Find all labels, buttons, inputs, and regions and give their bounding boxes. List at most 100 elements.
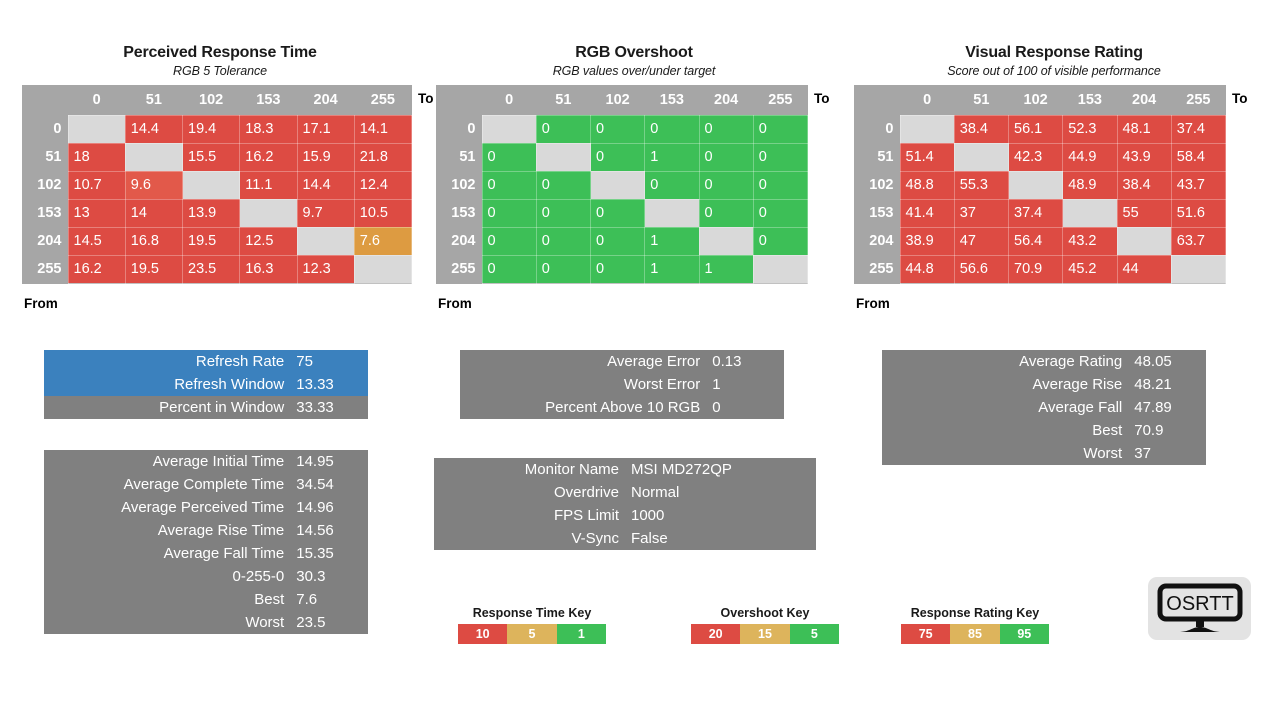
matrix-cell[interactable]: 55 (1117, 199, 1171, 227)
matrix-cell[interactable]: 51.6 (1171, 199, 1225, 227)
matrix-cell[interactable]: 15.9 (297, 143, 354, 171)
matrix-cell[interactable]: 0 (699, 143, 753, 171)
matrix-cell[interactable]: 14.4 (125, 115, 182, 143)
refresh-stats-table[interactable]: Refresh Rate75Refresh Window13.33Percent… (44, 350, 368, 419)
matrix-cell[interactable]: 0 (591, 115, 645, 143)
matrix-cell[interactable]: 16.8 (125, 227, 182, 255)
matrix-cell[interactable]: 47 (954, 227, 1008, 255)
matrix-cell[interactable]: 0 (482, 199, 536, 227)
matrix-cell[interactable] (1009, 171, 1063, 199)
rating-matrix[interactable]: 051102153204255038.456.152.348.137.45151… (854, 85, 1226, 284)
matrix-cell[interactable]: 0 (753, 115, 807, 143)
matrix-cell[interactable] (645, 199, 699, 227)
matrix-cell[interactable]: 0 (482, 255, 536, 283)
matrix-cell[interactable]: 12.5 (240, 227, 297, 255)
matrix-cell[interactable]: 42.3 (1009, 143, 1063, 171)
matrix-cell[interactable]: 1 (645, 227, 699, 255)
matrix-cell[interactable]: 15.5 (183, 143, 240, 171)
matrix-cell[interactable]: 12.4 (354, 171, 411, 199)
matrix-cell[interactable]: 37.4 (1009, 199, 1063, 227)
matrix-cell[interactable]: 1 (645, 255, 699, 283)
matrix-cell[interactable]: 44 (1117, 255, 1171, 283)
matrix-cell[interactable]: 0 (482, 143, 536, 171)
matrix-cell[interactable] (753, 255, 807, 283)
matrix-cell[interactable]: 1 (699, 255, 753, 283)
matrix-cell[interactable]: 37 (954, 199, 1008, 227)
matrix-cell[interactable]: 0 (699, 171, 753, 199)
matrix-cell[interactable]: 18.3 (240, 115, 297, 143)
matrix-cell[interactable]: 48.8 (900, 171, 954, 199)
matrix-cell[interactable]: 43.7 (1171, 171, 1225, 199)
matrix-cell[interactable]: 0 (536, 171, 590, 199)
matrix-cell[interactable]: 0 (645, 115, 699, 143)
matrix-cell[interactable]: 0 (482, 227, 536, 255)
matrix-cell[interactable]: 7.6 (354, 227, 411, 255)
matrix-cell[interactable]: 38.9 (900, 227, 954, 255)
matrix-cell[interactable]: 11.1 (240, 171, 297, 199)
matrix-cell[interactable]: 48.9 (1063, 171, 1117, 199)
matrix-cell[interactable]: 0 (591, 199, 645, 227)
matrix-cell[interactable]: 48.1 (1117, 115, 1171, 143)
matrix-cell[interactable]: 44.9 (1063, 143, 1117, 171)
response-time-matrix[interactable]: 051102153204255014.419.418.317.114.15118… (22, 85, 412, 284)
matrix-cell[interactable]: 0 (536, 227, 590, 255)
matrix-cell[interactable]: 44.8 (900, 255, 954, 283)
matrix-cell[interactable]: 43.9 (1117, 143, 1171, 171)
matrix-cell[interactable]: 0 (591, 143, 645, 171)
matrix-cell[interactable] (536, 143, 590, 171)
matrix-cell[interactable]: 14.1 (354, 115, 411, 143)
matrix-cell[interactable]: 13.9 (183, 199, 240, 227)
matrix-cell[interactable]: 12.3 (297, 255, 354, 283)
matrix-cell[interactable]: 0 (536, 115, 590, 143)
matrix-cell[interactable]: 10.7 (68, 171, 125, 199)
matrix-cell[interactable] (183, 171, 240, 199)
matrix-cell[interactable]: 19.5 (183, 227, 240, 255)
matrix-cell[interactable]: 0 (591, 255, 645, 283)
matrix-cell[interactable]: 0 (536, 255, 590, 283)
matrix-cell[interactable]: 1 (645, 143, 699, 171)
matrix-cell[interactable]: 55.3 (954, 171, 1008, 199)
matrix-cell[interactable]: 52.3 (1063, 115, 1117, 143)
matrix-cell[interactable] (699, 227, 753, 255)
matrix-cell[interactable]: 38.4 (1117, 171, 1171, 199)
overshoot-matrix[interactable]: 0511021532042550000005100100102000001530… (436, 85, 808, 284)
matrix-cell[interactable] (1063, 199, 1117, 227)
matrix-cell[interactable]: 14.5 (68, 227, 125, 255)
matrix-cell[interactable]: 19.5 (125, 255, 182, 283)
matrix-cell[interactable] (240, 199, 297, 227)
matrix-cell[interactable]: 0 (536, 199, 590, 227)
matrix-cell[interactable]: 17.1 (297, 115, 354, 143)
matrix-cell[interactable]: 56.6 (954, 255, 1008, 283)
matrix-cell[interactable]: 19.4 (183, 115, 240, 143)
matrix-cell[interactable]: 16.2 (240, 143, 297, 171)
matrix-cell[interactable] (954, 143, 1008, 171)
matrix-cell[interactable]: 0 (753, 199, 807, 227)
matrix-cell[interactable] (125, 143, 182, 171)
matrix-cell[interactable]: 43.2 (1063, 227, 1117, 255)
matrix-cell[interactable]: 0 (753, 227, 807, 255)
matrix-cell[interactable]: 14 (125, 199, 182, 227)
matrix-cell[interactable]: 18 (68, 143, 125, 171)
matrix-cell[interactable]: 58.4 (1171, 143, 1225, 171)
response-stats-table[interactable]: Average Initial Time14.95Average Complet… (44, 450, 368, 634)
matrix-cell[interactable]: 0 (591, 227, 645, 255)
matrix-cell[interactable]: 0 (645, 171, 699, 199)
matrix-cell[interactable]: 56.4 (1009, 227, 1063, 255)
matrix-cell[interactable] (591, 171, 645, 199)
matrix-cell[interactable]: 0 (699, 199, 753, 227)
matrix-cell[interactable]: 51.4 (900, 143, 954, 171)
matrix-cell[interactable]: 0 (753, 171, 807, 199)
matrix-cell[interactable] (68, 115, 125, 143)
matrix-cell[interactable]: 70.9 (1009, 255, 1063, 283)
matrix-cell[interactable]: 10.5 (354, 199, 411, 227)
matrix-cell[interactable]: 63.7 (1171, 227, 1225, 255)
matrix-cell[interactable]: 0 (699, 115, 753, 143)
matrix-cell[interactable] (297, 227, 354, 255)
matrix-cell[interactable] (354, 255, 411, 283)
overshoot-stats-table[interactable]: Average Error0.13Worst Error1Percent Abo… (460, 350, 784, 419)
matrix-cell[interactable]: 56.1 (1009, 115, 1063, 143)
matrix-cell[interactable]: 38.4 (954, 115, 1008, 143)
rating-stats-table[interactable]: Average Rating48.05Average Rise48.21Aver… (882, 350, 1206, 465)
matrix-cell[interactable]: 45.2 (1063, 255, 1117, 283)
matrix-cell[interactable]: 0 (753, 143, 807, 171)
